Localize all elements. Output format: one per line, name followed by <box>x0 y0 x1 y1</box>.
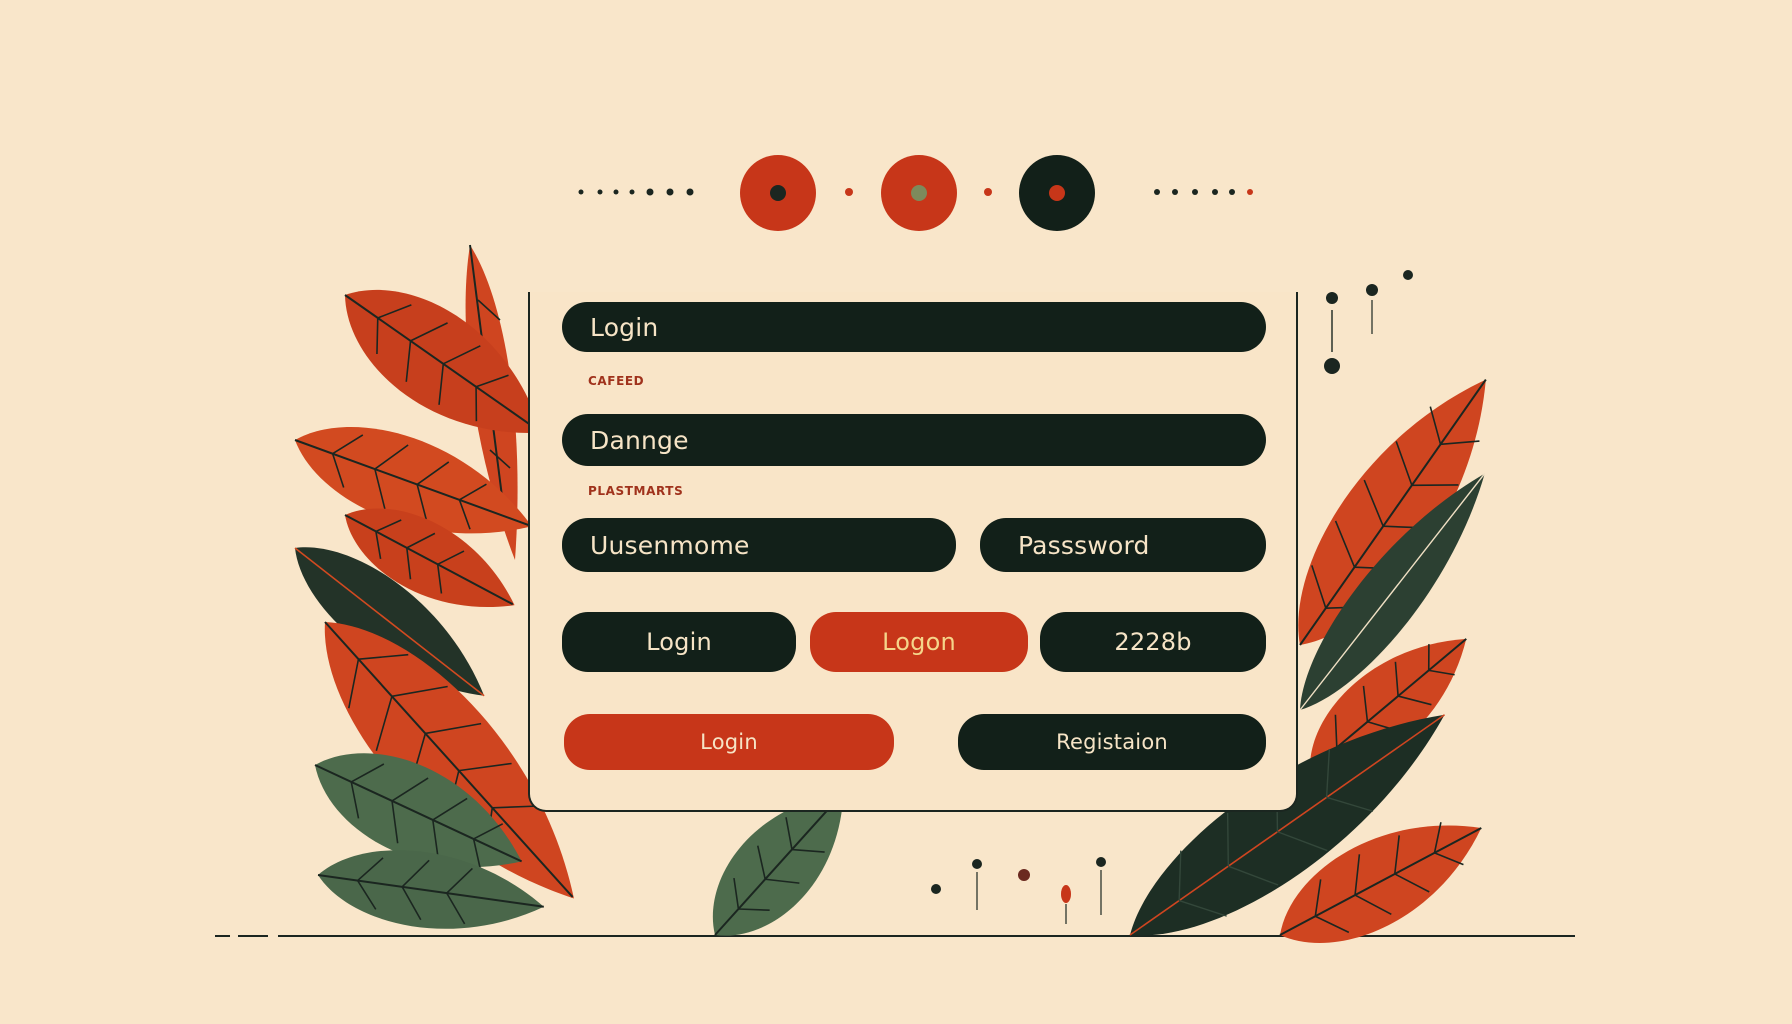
section-label-cafeed: CAFEED <box>588 374 645 388</box>
code-button[interactable]: 2228b <box>1040 612 1266 672</box>
red-circle-olive-dot-icon <box>881 155 957 231</box>
decor-dots-top-right <box>1324 270 1413 374</box>
logon-button[interactable]: Logon <box>810 612 1028 672</box>
username-field[interactable]: Uusenmome <box>562 518 956 572</box>
dannge-field[interactable]: Dannge <box>562 414 1266 466</box>
register-button[interactable]: Registaion <box>958 714 1266 770</box>
login-button[interactable]: Login <box>564 714 894 770</box>
dark-circle-red-dot-icon <box>1019 155 1095 231</box>
stepper-dots-right <box>1154 189 1253 195</box>
login-form-panel: Login CAFEED Dannge PLASTMARTS Uusenmome… <box>528 292 1298 812</box>
section-label-plastmarts: PLASTMARTS <box>588 484 684 498</box>
decor-dots-bottom <box>931 857 1106 924</box>
red-circle-icon <box>740 155 816 231</box>
login-button-small[interactable]: Login <box>562 612 796 672</box>
header-login-field[interactable]: Login <box>562 302 1266 352</box>
login-screen: Login CAFEED Dannge PLASTMARTS Uusenmome… <box>0 0 1792 1024</box>
password-field[interactable]: Passsword <box>980 518 1266 572</box>
stepper-dots-left <box>578 188 694 196</box>
